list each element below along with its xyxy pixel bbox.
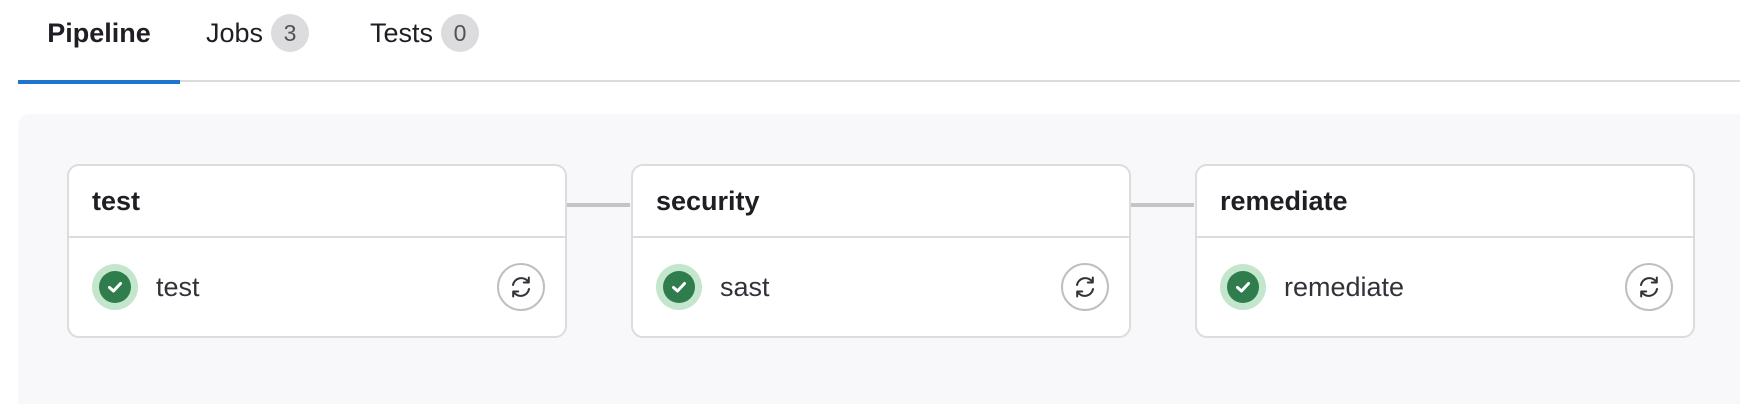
success-status-icon (1220, 264, 1266, 310)
stage-connector (566, 203, 630, 207)
job-item-sast[interactable]: sast (633, 238, 1129, 336)
retry-button[interactable] (1625, 263, 1673, 311)
retry-icon (1076, 276, 1094, 298)
stage-remediate: remediate remediate (1195, 164, 1695, 338)
job-item-remediate[interactable]: remediate (1197, 238, 1693, 336)
stage-security: security sast (631, 164, 1131, 338)
success-status-icon (656, 264, 702, 310)
tab-pipeline-label: Pipeline (47, 17, 151, 48)
stage-connector (1130, 203, 1194, 207)
retry-icon (512, 276, 530, 298)
pipeline-tabs: Pipeline Jobs 3 Tests 0 (18, 0, 1740, 84)
job-name: remediate (1284, 271, 1405, 302)
retry-button[interactable] (497, 263, 545, 311)
success-status-icon (92, 264, 138, 310)
stage-test: test test (67, 164, 567, 338)
pipeline-graph: test test security sast remediate remedi… (18, 114, 1740, 404)
jobs-count-badge: 3 (271, 14, 310, 52)
retry-icon (1640, 276, 1658, 298)
retry-button[interactable] (1061, 263, 1109, 311)
tests-count-badge: 0 (441, 14, 480, 52)
stage-title: security (633, 166, 1129, 238)
tab-jobs-label: Jobs (206, 17, 264, 48)
tab-pipeline[interactable]: Pipeline (18, 0, 180, 84)
job-name: sast (720, 271, 770, 302)
job-name: test (156, 271, 200, 302)
tab-tests-label: Tests (370, 17, 434, 48)
tab-jobs[interactable]: Jobs 3 (206, 0, 310, 82)
tab-tests[interactable]: Tests 0 (370, 0, 480, 82)
job-item-test[interactable]: test (69, 238, 565, 336)
stage-title: remediate (1197, 166, 1693, 238)
stage-title: test (69, 166, 565, 238)
